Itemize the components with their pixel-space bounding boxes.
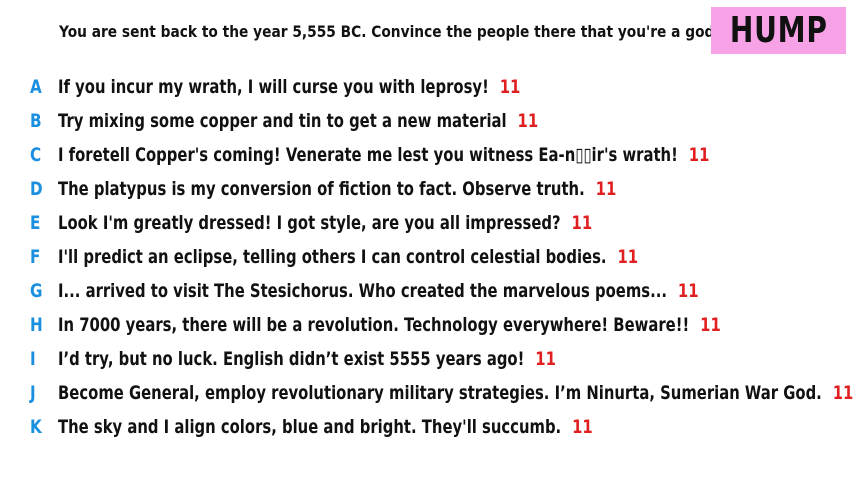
answer-text: I'll predict an eclipse, telling others …: [58, 246, 607, 268]
answer-text: In 7000 years, there will be a revolutio…: [58, 314, 690, 336]
answer-letter: D: [30, 178, 43, 200]
answer-letter: B: [30, 110, 42, 132]
answer-score: 11: [517, 110, 539, 132]
answer-score: 11: [700, 314, 721, 336]
prompt-text: You are sent back to the year 5,555 BC. …: [59, 22, 720, 41]
answer-score: 11: [832, 382, 853, 404]
answer-score: 11: [535, 348, 556, 370]
answer-text: The platypus is my conversion of fiction…: [58, 178, 585, 200]
answer-score: 11: [572, 416, 593, 438]
answer-text: The sky and I align colors, blue and bri…: [58, 416, 562, 438]
answer-letter: H: [30, 314, 43, 336]
answer-letter: I: [30, 348, 36, 370]
answer-score: 11: [677, 280, 699, 302]
answer-letter: C: [30, 144, 42, 166]
answer-letter: F: [30, 246, 41, 268]
answer-letter: J: [30, 382, 36, 404]
answer-score: 11: [617, 246, 639, 268]
answer-text: Try mixing some copper and tin to get a …: [58, 110, 507, 132]
hump-badge: HUMP: [711, 7, 846, 54]
answer-letter: G: [30, 280, 43, 302]
answer-letter: A: [30, 76, 42, 98]
answer-text: Become General, employ revolutionary mil…: [58, 382, 822, 404]
answer-letter: E: [30, 212, 41, 234]
answer-score: 11: [499, 76, 521, 98]
hump-badge-label: HUMP: [729, 10, 828, 51]
answer-text: I’d try, but no luck. English didn’t exi…: [58, 348, 525, 370]
answer-text: Look I'm greatly dressed! I got style, a…: [58, 212, 561, 234]
answer-text: I... arrived to visit The Stesichorus. W…: [58, 280, 668, 302]
answer-text: I foretell Copper's coming! Venerate me …: [58, 144, 678, 166]
answer-text: If you incur my wrath, I will curse you …: [58, 76, 489, 98]
answer-score: 11: [571, 212, 593, 234]
answer-score: 11: [595, 178, 617, 200]
answer-letter: K: [30, 416, 42, 438]
answer-score: 11: [688, 144, 710, 166]
